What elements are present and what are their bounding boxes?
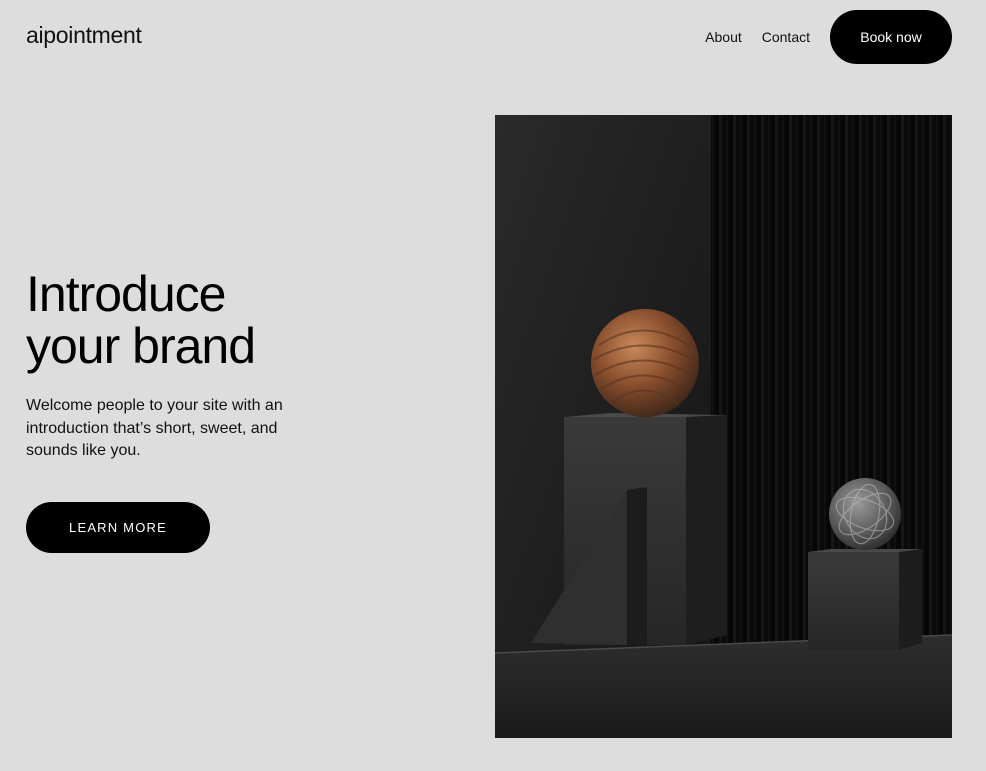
hero-image [495,115,952,738]
book-now-button[interactable]: Book now [830,10,952,64]
learn-more-button[interactable]: LEARN MORE [26,502,210,553]
site-header: aipointment About Contact Book now [0,0,986,74]
site-logo[interactable]: aipointment [26,22,142,49]
hero-title-line-1: Introduce [26,266,226,322]
hero-section: Introduce your brand Welcome people to y… [26,268,356,463]
main-nav: About Contact Book now [705,10,952,64]
nav-link-contact[interactable]: Contact [762,29,810,45]
hero-title: Introduce your brand [26,268,356,372]
hero-subtitle: Welcome people to your site with an intr… [26,397,283,459]
nav-link-about[interactable]: About [705,29,742,45]
sculpture-scene-illustration [495,115,952,738]
hero-title-line-2: your brand [26,318,256,374]
